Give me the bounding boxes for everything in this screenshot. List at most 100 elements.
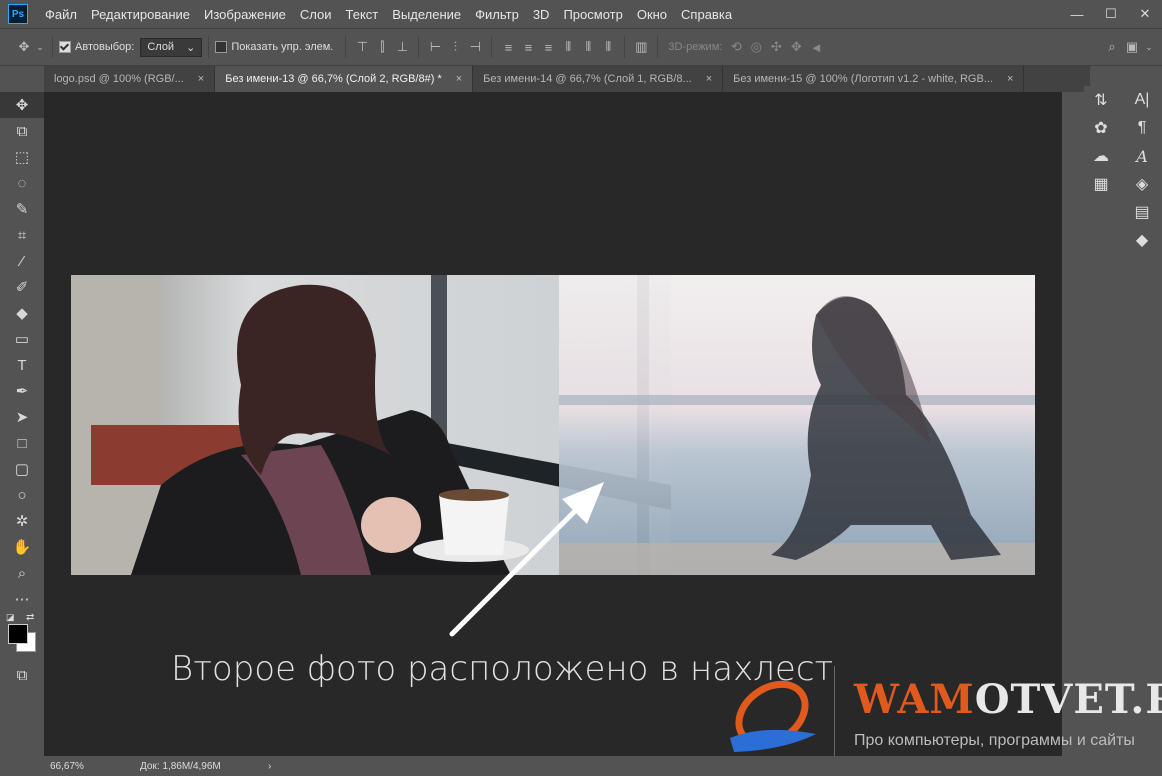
menu-filter[interactable]: Фильтр (468, 7, 526, 22)
separator (491, 36, 493, 58)
brush-tool-icon[interactable]: ✐ (0, 274, 44, 300)
workspace-icon[interactable]: ▣ (1122, 36, 1142, 58)
properties-panel-icon[interactable]: ▤ (1122, 198, 1162, 226)
menu-select[interactable]: Выделение (385, 7, 468, 22)
menu-3d[interactable]: 3D (526, 7, 557, 22)
watermark: WAMOTVET.RU Про компьютеры, программы и … (722, 660, 1162, 760)
history-panel-icon[interactable]: ⇅ (1084, 86, 1118, 114)
auto-select-checkbox[interactable] (59, 41, 71, 53)
3d-scale-icon[interactable]: ◄ (806, 36, 826, 58)
distribute-left-icon[interactable]: ⦀ (558, 36, 578, 58)
close-icon[interactable]: × (456, 66, 462, 92)
crop-tool-icon[interactable]: ⌗ (0, 222, 44, 248)
zoom-tool-icon[interactable]: ⌕ (0, 560, 44, 586)
character-panel-icon[interactable]: A| (1122, 86, 1162, 114)
custom-shape-tool-icon[interactable]: ✲ (0, 508, 44, 534)
more-tools-icon[interactable]: ⋯ (0, 586, 44, 612)
3d-slide-icon[interactable]: ✥ (786, 36, 806, 58)
distribute-vcenter-icon[interactable]: ≡ (518, 36, 538, 58)
align-vcenter-icon[interactable]: ⫿ (372, 36, 392, 58)
auto-select-label: Автовыбор: (75, 41, 135, 53)
workspace-chevron-icon[interactable]: ⌄ (1142, 36, 1156, 58)
3d-panel-icon[interactable]: ◈ (1122, 170, 1162, 198)
align-right-icon[interactable]: ⊣ (465, 36, 485, 58)
move-tool-icon[interactable]: ✥ (0, 92, 44, 118)
swatches-panel-icon[interactable]: ✿ (1084, 114, 1118, 142)
3d-roll-icon[interactable]: ◎ (746, 36, 766, 58)
status-menu-icon[interactable]: › (268, 761, 271, 772)
align-bottom-icon[interactable]: ⊥ (392, 36, 412, 58)
tab-logo[interactable]: logo.psd @ 100% (RGB/... × (44, 66, 216, 92)
default-colors-icon[interactable]: ◪ (6, 612, 15, 623)
libraries-panel-icon[interactable]: ☁ (1084, 142, 1118, 170)
photoshop-logo-icon: Ps (8, 4, 28, 24)
rounded-rect-tool-icon[interactable]: ▢ (0, 456, 44, 482)
menu-layers[interactable]: Слои (293, 7, 339, 22)
separator (52, 36, 53, 58)
tab-label: Без имени-14 @ 66,7% (Слой 1, RGB/8... (483, 73, 692, 85)
distribute-bottom-icon[interactable]: ≡ (538, 36, 558, 58)
close-icon[interactable]: × (1007, 66, 1013, 92)
auto-align-icon[interactable]: ▥ (631, 36, 651, 58)
ellipse-tool-icon[interactable]: ○ (0, 482, 44, 508)
menu-image[interactable]: Изображение (197, 7, 293, 22)
hand-tool-icon[interactable]: ✋ (0, 534, 44, 560)
tab-untitled-14[interactable]: Без имени-14 @ 66,7% (Слой 1, RGB/8... × (473, 66, 724, 92)
tab-untitled-13[interactable]: Без имени-13 @ 66,7% (Слой 2, RGB/8#) * … (215, 66, 474, 92)
grid-panel-icon[interactable]: ▦ (1084, 170, 1118, 198)
marquee-tool-icon[interactable]: ⬚ (0, 144, 44, 170)
chevron-down-icon: ⌄ (186, 41, 196, 54)
menu-window[interactable]: Окно (630, 7, 674, 22)
search-icon[interactable]: ⌕ (1102, 36, 1122, 58)
distribute-right-icon[interactable]: ⦀ (598, 36, 618, 58)
menu-file[interactable]: Файл (38, 7, 84, 22)
3d-orbit-icon[interactable]: ⟲ (726, 36, 746, 58)
watermark-divider (834, 666, 835, 756)
rectangle-tool-icon[interactable]: □ (0, 430, 44, 456)
watermark-title: WAMOTVET.RU (854, 676, 1162, 723)
close-button[interactable]: ✕ (1128, 0, 1162, 28)
menu-type[interactable]: Текст (339, 7, 386, 22)
type-tool-icon[interactable]: T (0, 352, 44, 378)
lasso-tool-icon[interactable]: ◌ (0, 170, 44, 196)
eraser-tool-icon[interactable]: ◆ (0, 300, 44, 326)
menu-view[interactable]: Просмотр (556, 7, 629, 22)
maximize-button[interactable]: ☐ (1094, 0, 1128, 28)
distribute-top-icon[interactable]: ≡ (498, 36, 518, 58)
tool-preset-chevron-icon[interactable]: ⌄ (34, 36, 46, 58)
close-icon[interactable]: × (198, 66, 204, 92)
watermark-subtitle: Про компьютеры, программы и сайты (854, 732, 1135, 749)
zoom-level[interactable]: 66,67% (50, 761, 130, 772)
move-tool-icon[interactable]: ✥ (14, 36, 34, 58)
menu-edit[interactable]: Редактирование (84, 7, 197, 22)
menu-help[interactable]: Справка (674, 7, 739, 22)
tab-untitled-15[interactable]: Без имени-15 @ 100% (Логотип v1.2 - whit… (723, 66, 1025, 92)
woman-hand (361, 497, 421, 553)
glyphs-panel-icon[interactable]: A (1122, 142, 1162, 170)
close-icon[interactable]: × (706, 66, 712, 92)
annotation-arrow-icon (449, 482, 604, 637)
panel-dock-left: ⇅ ✿ ☁ ▦ (1084, 86, 1118, 206)
gradient-tool-icon[interactable]: ▭ (0, 326, 44, 352)
artboard-tool-icon[interactable]: ⧉ (0, 118, 44, 144)
align-left-icon[interactable]: ⊢ (425, 36, 445, 58)
swap-colors-icon[interactable]: ⇄ (26, 612, 34, 623)
eyedropper-tool-icon[interactable]: ⁄ (0, 248, 44, 274)
canvas-area[interactable]: Второе фото расположено в нахлест (44, 92, 1062, 756)
panel-dock-right: A| ¶ A ◈ ▤ ◆ (1122, 86, 1162, 286)
layers-panel-icon[interactable]: ◆ (1122, 226, 1162, 254)
align-top-icon[interactable]: ⊤ (352, 36, 372, 58)
quick-select-tool-icon[interactable]: ✎ (0, 196, 44, 222)
paragraph-panel-icon[interactable]: ¶ (1122, 114, 1162, 142)
foreground-color-swatch[interactable] (8, 624, 28, 644)
distribute-hcenter-icon[interactable]: ⦀ (578, 36, 598, 58)
minimize-button[interactable]: — (1060, 0, 1094, 28)
align-hcenter-icon[interactable]: ⫶ (445, 36, 465, 58)
auto-select-dropdown[interactable]: Слой ⌄ (140, 37, 203, 57)
screen-mode-icon[interactable]: ⧉ (0, 662, 44, 688)
pen-tool-icon[interactable]: ✒ (0, 378, 44, 404)
path-select-tool-icon[interactable]: ➤ (0, 404, 44, 430)
show-transform-checkbox[interactable] (215, 41, 228, 53)
show-transform-label: Показать упр. элем. (231, 41, 334, 53)
3d-pan-icon[interactable]: ✣ (766, 36, 786, 58)
